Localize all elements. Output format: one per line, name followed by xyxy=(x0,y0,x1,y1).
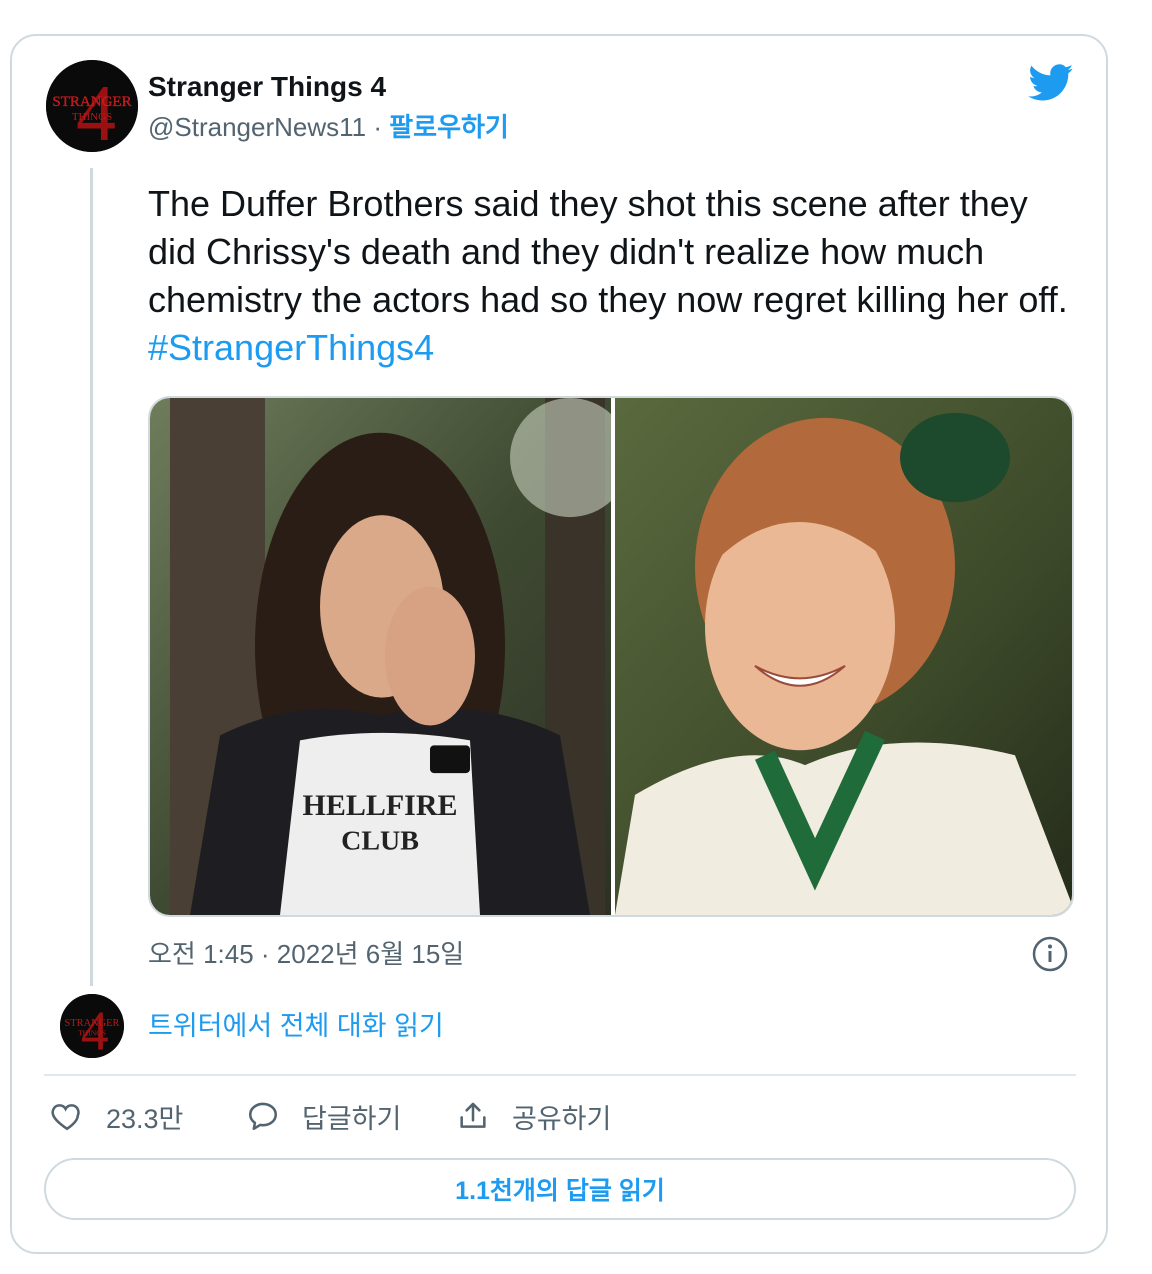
read-replies-label: 1.1천개의 답글 읽기 xyxy=(455,1177,665,1205)
follow-link[interactable]: 팔로우하기 xyxy=(389,112,509,142)
twitter-bird-icon[interactable] xyxy=(1028,64,1074,102)
avatar-logo-line1: STRANGER xyxy=(52,94,131,110)
like-count: 23.3만 xyxy=(106,1103,184,1134)
conversation-avatar-line1: STRANGER xyxy=(64,1018,119,1029)
heart-icon xyxy=(51,1104,80,1131)
tweet-timestamp[interactable]: 오전 1:45 · 2022년 6월 15일 xyxy=(148,936,464,972)
avatar-logo-line2: THINGS xyxy=(72,111,112,123)
conversation-avatar[interactable]: 4 STRANGER THINGS xyxy=(60,994,124,1058)
media-photo-left[interactable]: HELLFIRE CLUB xyxy=(150,398,611,915)
share-button[interactable]: 공유하기 xyxy=(456,1096,611,1136)
tweet-body: The Duffer Brothers said they shot this … xyxy=(148,183,1068,320)
hashtag-link[interactable]: #StrangerThings4 xyxy=(148,327,434,368)
author-handle-row: @StrangerNews11 · 팔로우하기 xyxy=(148,110,509,144)
read-full-conversation-link[interactable]: 트위터에서 전체 대화 읽기 xyxy=(148,1008,444,1044)
read-replies-button[interactable]: 1.1천개의 답글 읽기 xyxy=(44,1158,1076,1220)
author-avatar[interactable]: 4 STRANGER THINGS xyxy=(46,60,138,152)
actions-divider xyxy=(44,1074,1076,1076)
tweet-media[interactable]: HELLFIRE CLUB xyxy=(148,396,1074,917)
share-label: 공유하기 xyxy=(512,1103,612,1134)
author-handle[interactable]: @StrangerNews11 xyxy=(148,112,366,142)
reply-button[interactable]: 답글하기 xyxy=(246,1096,401,1136)
handle-separator: · xyxy=(366,112,390,142)
shirt-text-2: CLUB xyxy=(341,826,419,857)
shirt-text-1: HELLFIRE xyxy=(302,789,457,822)
info-icon[interactable] xyxy=(1032,936,1068,972)
like-button[interactable]: 23.3만 xyxy=(50,1096,183,1136)
conversation-avatar-line2: THINGS xyxy=(78,1029,106,1038)
thread-connector-line xyxy=(90,168,93,986)
tweet-text: The Duffer Brothers said they shot this … xyxy=(148,180,1068,372)
reply-icon xyxy=(248,1102,278,1131)
reply-label: 답글하기 xyxy=(302,1103,402,1134)
share-icon xyxy=(460,1102,486,1128)
media-photo-right[interactable] xyxy=(615,398,1072,915)
author-display-name[interactable]: Stranger Things 4 xyxy=(148,70,386,104)
